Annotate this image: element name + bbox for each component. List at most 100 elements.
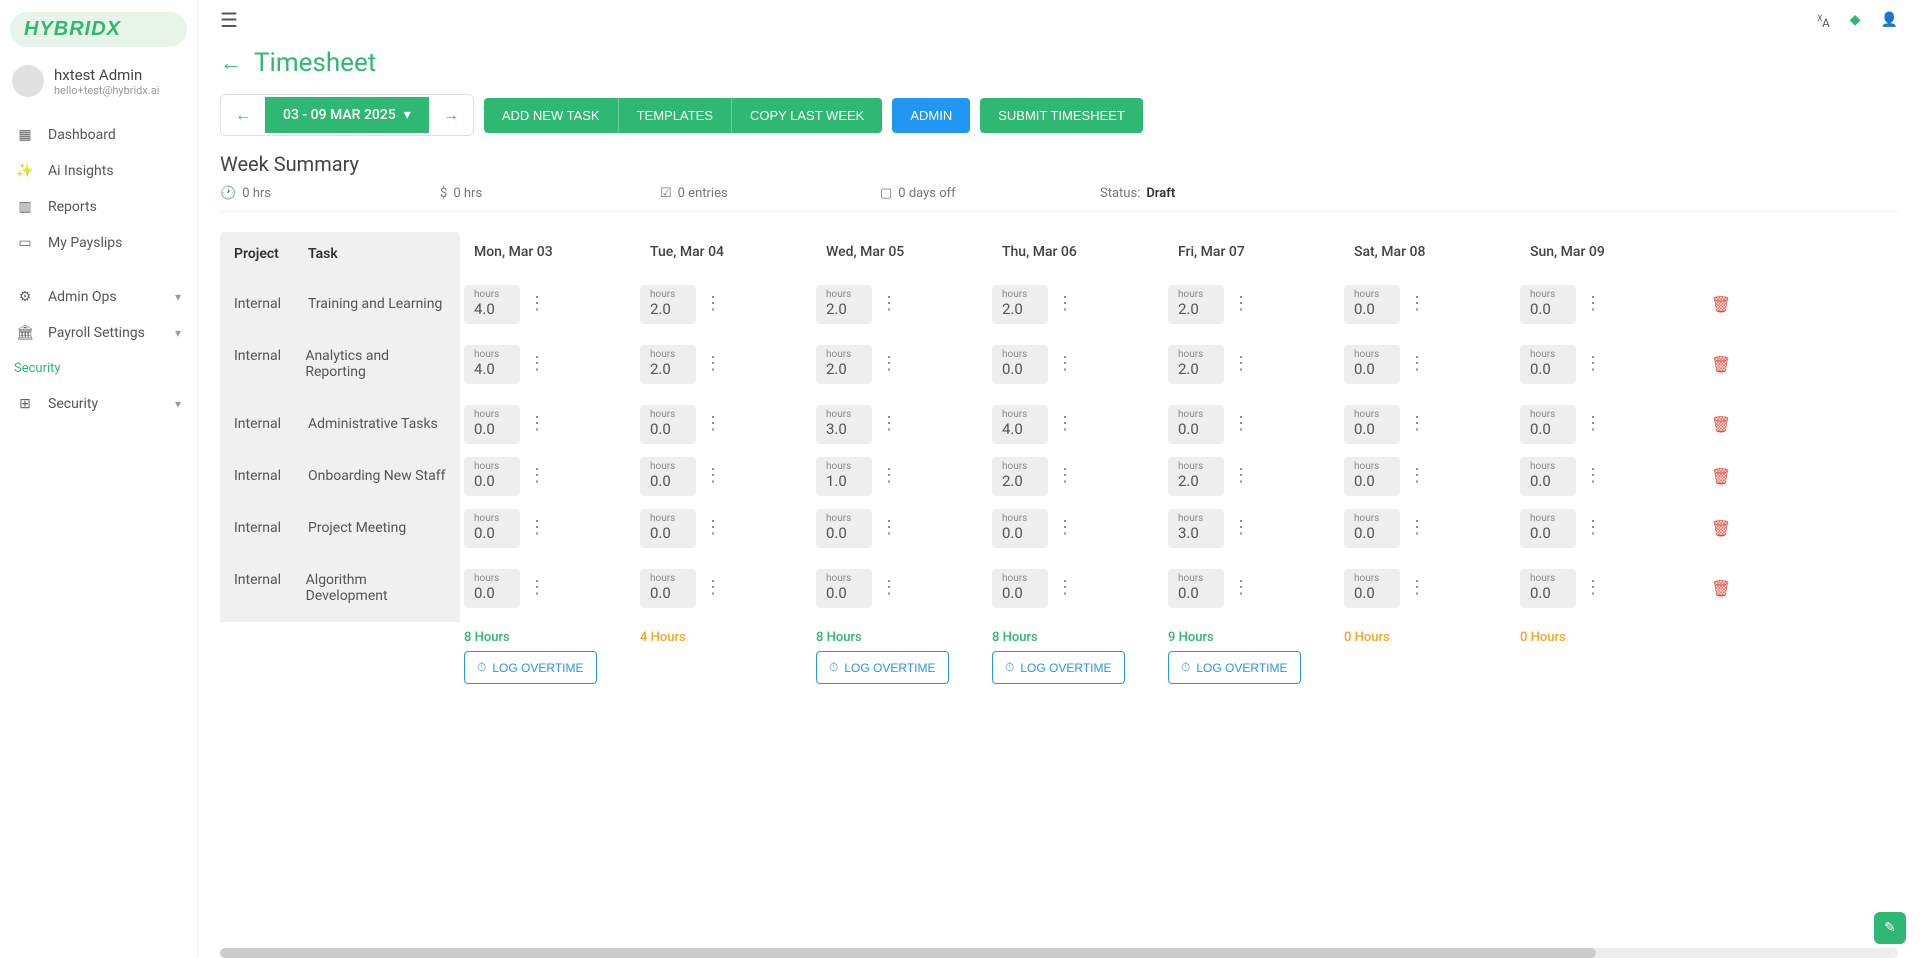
- more-menu-icon[interactable]: ⋮: [874, 579, 904, 597]
- hours-input[interactable]: hours2.0: [992, 457, 1048, 496]
- hours-input[interactable]: hours0.0: [1520, 457, 1576, 496]
- hours-input[interactable]: hours0.0: [1520, 285, 1576, 324]
- hours-input[interactable]: hours4.0: [464, 285, 520, 324]
- more-menu-icon[interactable]: ⋮: [1226, 295, 1256, 313]
- hours-input[interactable]: hours0.0: [1344, 345, 1400, 384]
- trash-icon[interactable]: 🗑: [1711, 467, 1731, 486]
- more-menu-icon[interactable]: ⋮: [522, 415, 552, 433]
- hours-input[interactable]: hours0.0: [816, 509, 872, 548]
- hours-input[interactable]: hours0.0: [1344, 457, 1400, 496]
- hours-input[interactable]: hours0.0: [1344, 509, 1400, 548]
- templates-button[interactable]: TEMPLATES: [619, 98, 732, 133]
- translate-icon[interactable]: ᵡA: [1817, 10, 1829, 30]
- more-menu-icon[interactable]: ⋮: [874, 295, 904, 313]
- more-menu-icon[interactable]: ⋮: [1402, 579, 1432, 597]
- more-menu-icon[interactable]: ⋮: [1050, 579, 1080, 597]
- hours-input[interactable]: hours4.0: [992, 405, 1048, 444]
- sidebar-item-adminops[interactable]: ⚙Admin Ops▾: [0, 279, 197, 315]
- more-menu-icon[interactable]: ⋮: [1226, 467, 1256, 485]
- hours-input[interactable]: hours0.0: [1520, 569, 1576, 608]
- back-arrow-icon[interactable]: ←: [220, 50, 242, 76]
- next-week-button[interactable]: →: [429, 95, 473, 135]
- log-overtime-button[interactable]: ⏱ LOG OVERTIME: [1168, 651, 1301, 684]
- hours-input[interactable]: hours3.0: [816, 405, 872, 444]
- submit-button[interactable]: SUBMIT TIMESHEET: [980, 98, 1143, 133]
- more-menu-icon[interactable]: ⋮: [1226, 579, 1256, 597]
- more-menu-icon[interactable]: ⋮: [874, 355, 904, 373]
- hours-input[interactable]: hours0.0: [1168, 405, 1224, 444]
- more-menu-icon[interactable]: ⋮: [522, 519, 552, 537]
- trash-icon[interactable]: 🗑: [1711, 579, 1731, 598]
- hours-input[interactable]: hours2.0: [1168, 457, 1224, 496]
- more-menu-icon[interactable]: ⋮: [522, 355, 552, 373]
- more-menu-icon[interactable]: ⋮: [698, 579, 728, 597]
- hours-input[interactable]: hours2.0: [1168, 345, 1224, 384]
- sidebar-item-insights[interactable]: ✨Ai Insights: [0, 153, 197, 189]
- more-menu-icon[interactable]: ⋮: [1402, 415, 1432, 433]
- sidebar-item-security[interactable]: ⊞Security▾: [0, 386, 197, 422]
- more-menu-icon[interactable]: ⋮: [698, 415, 728, 433]
- hours-input[interactable]: hours0.0: [992, 509, 1048, 548]
- more-menu-icon[interactable]: ⋮: [1402, 519, 1432, 537]
- more-menu-icon[interactable]: ⋮: [1578, 519, 1608, 537]
- hours-input[interactable]: hours0.0: [1520, 345, 1576, 384]
- more-menu-icon[interactable]: ⋮: [874, 519, 904, 537]
- menu-icon[interactable]: ☰: [220, 8, 238, 32]
- hours-input[interactable]: hours0.0: [1168, 569, 1224, 608]
- log-overtime-button[interactable]: ⏱ LOG OVERTIME: [464, 651, 597, 684]
- more-menu-icon[interactable]: ⋮: [1578, 355, 1608, 373]
- more-menu-icon[interactable]: ⋮: [1226, 415, 1256, 433]
- hours-input[interactable]: hours0.0: [640, 569, 696, 608]
- sidebar-item-dashboard[interactable]: ▦Dashboard: [0, 117, 197, 153]
- sidebar-item-payslips[interactable]: ▭My Payslips: [0, 225, 197, 261]
- hours-input[interactable]: hours2.0: [816, 285, 872, 324]
- more-menu-icon[interactable]: ⋮: [1402, 467, 1432, 485]
- more-menu-icon[interactable]: ⋮: [1402, 295, 1432, 313]
- hours-input[interactable]: hours2.0: [992, 285, 1048, 324]
- more-menu-icon[interactable]: ⋮: [874, 467, 904, 485]
- more-menu-icon[interactable]: ⋮: [1050, 355, 1080, 373]
- prev-week-button[interactable]: ←: [221, 95, 265, 135]
- more-menu-icon[interactable]: ⋮: [1050, 415, 1080, 433]
- more-menu-icon[interactable]: ⋮: [1226, 519, 1256, 537]
- hours-input[interactable]: hours0.0: [1344, 569, 1400, 608]
- more-menu-icon[interactable]: ⋮: [698, 295, 728, 313]
- hours-input[interactable]: hours0.0: [640, 405, 696, 444]
- copy-week-button[interactable]: COPY LAST WEEK: [732, 98, 882, 133]
- hours-input[interactable]: hours2.0: [640, 285, 696, 324]
- hours-input[interactable]: hours3.0: [1168, 509, 1224, 548]
- more-menu-icon[interactable]: ⋮: [522, 579, 552, 597]
- sidebar-item-payroll[interactable]: 🏛Payroll Settings▾: [0, 315, 197, 351]
- profile-icon[interactable]: 👤: [1881, 12, 1898, 28]
- more-menu-icon[interactable]: ⋮: [1050, 467, 1080, 485]
- sidebar-item-security-sub[interactable]: Security: [0, 351, 197, 386]
- user-block[interactable]: hxtest Admin hello+test@hybridx.ai: [0, 57, 197, 111]
- more-menu-icon[interactable]: ⋮: [1578, 295, 1608, 313]
- trash-icon[interactable]: 🗑: [1711, 295, 1731, 314]
- more-menu-icon[interactable]: ⋮: [698, 355, 728, 373]
- trash-icon[interactable]: 🗑: [1711, 355, 1731, 374]
- hours-input[interactable]: hours2.0: [640, 345, 696, 384]
- more-menu-icon[interactable]: ⋮: [522, 295, 552, 313]
- hours-input[interactable]: hours2.0: [816, 345, 872, 384]
- fab-edit-button[interactable]: ✎: [1874, 912, 1906, 944]
- hours-input[interactable]: hours0.0: [1520, 405, 1576, 444]
- hours-input[interactable]: hours0.0: [464, 509, 520, 548]
- hours-input[interactable]: hours0.0: [1344, 285, 1400, 324]
- add-task-button[interactable]: ADD NEW TASK: [484, 98, 619, 133]
- hours-input[interactable]: hours0.0: [1344, 405, 1400, 444]
- hours-input[interactable]: hours0.0: [1520, 509, 1576, 548]
- more-menu-icon[interactable]: ⋮: [1402, 355, 1432, 373]
- more-menu-icon[interactable]: ⋮: [698, 467, 728, 485]
- trash-icon[interactable]: 🗑: [1711, 519, 1731, 538]
- more-menu-icon[interactable]: ⋮: [1578, 415, 1608, 433]
- hours-input[interactable]: hours0.0: [464, 569, 520, 608]
- wifi-icon[interactable]: ◆: [1850, 12, 1861, 28]
- hours-input[interactable]: hours0.0: [640, 457, 696, 496]
- hours-input[interactable]: hours4.0: [464, 345, 520, 384]
- more-menu-icon[interactable]: ⋮: [874, 415, 904, 433]
- more-menu-icon[interactable]: ⋮: [1578, 467, 1608, 485]
- more-menu-icon[interactable]: ⋮: [1050, 519, 1080, 537]
- hours-input[interactable]: hours0.0: [992, 569, 1048, 608]
- more-menu-icon[interactable]: ⋮: [1578, 579, 1608, 597]
